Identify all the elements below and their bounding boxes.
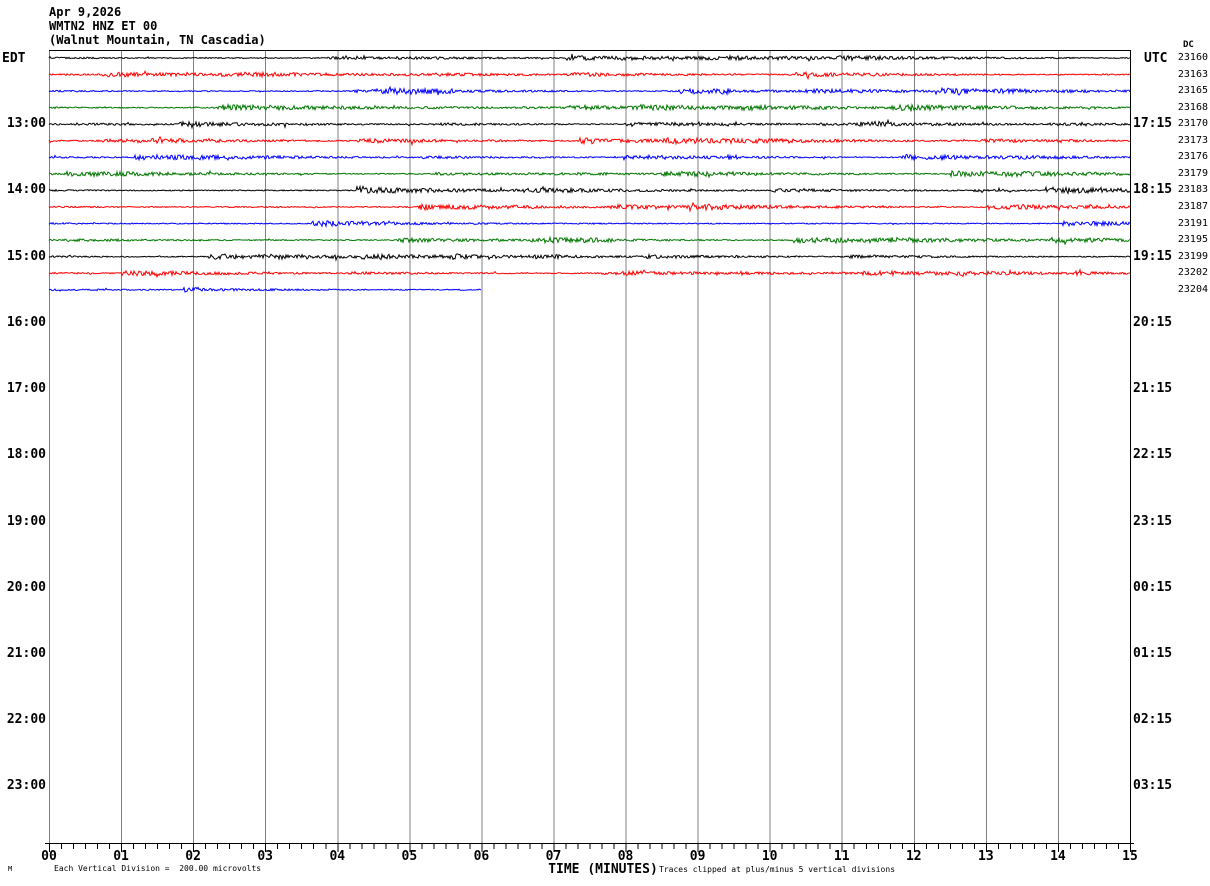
dc-value: 23183: [1177, 184, 1208, 196]
left-hour-label: 20:00: [6, 579, 46, 595]
seismogram-trace: [48, 153, 1131, 162]
right-hour-label: 22:15: [1133, 447, 1173, 463]
left-hour-label: 15:00: [6, 248, 46, 264]
x-tick-label: 13: [978, 849, 994, 864]
x-tick-label: 02: [185, 849, 201, 864]
corner-mark: M: [8, 865, 13, 873]
x-tick-label: 03: [257, 849, 274, 864]
dc-value: 23163: [1177, 68, 1208, 80]
seismogram-trace: [48, 169, 1131, 179]
x-tick-label: 15: [1122, 849, 1138, 864]
dc-value: 23160: [1177, 52, 1208, 63]
dc-value: 23165: [1177, 85, 1208, 97]
left-hour-label: 14:00: [6, 182, 46, 198]
x-tick-label: 04: [329, 849, 346, 864]
scale-note: Each Vertical Division = 200.00 microvol…: [54, 864, 262, 873]
seismogram-trace: [48, 184, 1131, 195]
x-tick-label: 05: [401, 849, 418, 864]
right-hour-label: 01:15: [1133, 645, 1173, 661]
left-timezone-label: EDT: [2, 51, 26, 66]
seismogram-trace: [48, 219, 1131, 228]
right-hour-label: 03:15: [1133, 778, 1173, 794]
right-hour-label: 19:15: [1133, 248, 1173, 264]
right-timezone-label: UTC: [1144, 51, 1168, 66]
seismogram-trace: [48, 268, 1131, 279]
right-hour-label: 20:15: [1133, 314, 1173, 330]
right-hour-label: 02:15: [1133, 712, 1173, 728]
seismogram-trace: [48, 53, 1131, 63]
dc-value: 23173: [1177, 134, 1208, 146]
dc-value: 23176: [1177, 151, 1208, 163]
seismogram-trace: [48, 135, 1131, 147]
dc-column-header: DC: [1183, 40, 1194, 50]
dc-value: 23187: [1177, 200, 1208, 212]
dc-value: 23168: [1177, 101, 1208, 113]
right-hour-label: 23:15: [1133, 513, 1173, 529]
header-station: WMTN2 HNZ ET 00: [49, 19, 158, 33]
seismogram-trace: [48, 201, 1131, 213]
right-hour-label: 00:15: [1133, 579, 1173, 595]
seismogram-trace: [48, 85, 1131, 97]
heliplot-canvas: [45, 50, 1134, 852]
right-hour-label: 17:15: [1133, 116, 1173, 132]
dc-value: 23195: [1177, 234, 1208, 246]
x-tick-label: 11: [833, 849, 850, 864]
left-hour-label: 13:00: [6, 116, 46, 132]
right-hour-label: 18:15: [1133, 182, 1173, 198]
seismogram-trace: [48, 118, 1131, 130]
header-date: Apr 9,2026: [49, 5, 122, 19]
left-hour-label: 17:00: [6, 381, 46, 397]
dc-value: 23202: [1177, 267, 1208, 279]
x-tick-label: 06: [473, 849, 490, 864]
seismogram-trace: [48, 70, 1131, 81]
clip-note: Traces clipped at plus/minus 5 vertical …: [659, 865, 896, 874]
left-hour-label: 19:00: [6, 513, 46, 529]
dc-value: 23199: [1177, 250, 1208, 262]
x-tick-label: 00: [41, 849, 57, 864]
right-hour-label: 21:15: [1133, 381, 1173, 397]
dc-value: 23179: [1177, 167, 1208, 179]
left-hour-label: 18:00: [6, 447, 46, 463]
x-tick-label: 01: [113, 849, 129, 864]
seismogram-trace: [48, 252, 1131, 262]
x-tick-label: 14: [1050, 849, 1066, 864]
seismogram-trace: [48, 235, 1131, 246]
left-hour-label: 22:00: [6, 712, 46, 728]
seismogram-trace: [48, 102, 1131, 113]
dc-value: 23170: [1177, 118, 1208, 130]
dc-value: 23191: [1177, 217, 1208, 229]
left-hour-label: 16:00: [6, 314, 46, 330]
heliplot-screen: Apr 9,2026 WMTN2 HNZ ET 00 (Walnut Mount…: [0, 0, 1210, 886]
left-hour-label: 23:00: [6, 778, 46, 794]
x-tick-label: 10: [761, 849, 778, 864]
left-hour-label: 21:00: [6, 645, 46, 661]
header-location: (Walnut Mountain, TN Cascadia): [49, 33, 266, 47]
seismogram-trace: [49, 286, 482, 293]
x-tick-label: 12: [905, 849, 922, 864]
dc-value: 23204: [1177, 283, 1208, 295]
